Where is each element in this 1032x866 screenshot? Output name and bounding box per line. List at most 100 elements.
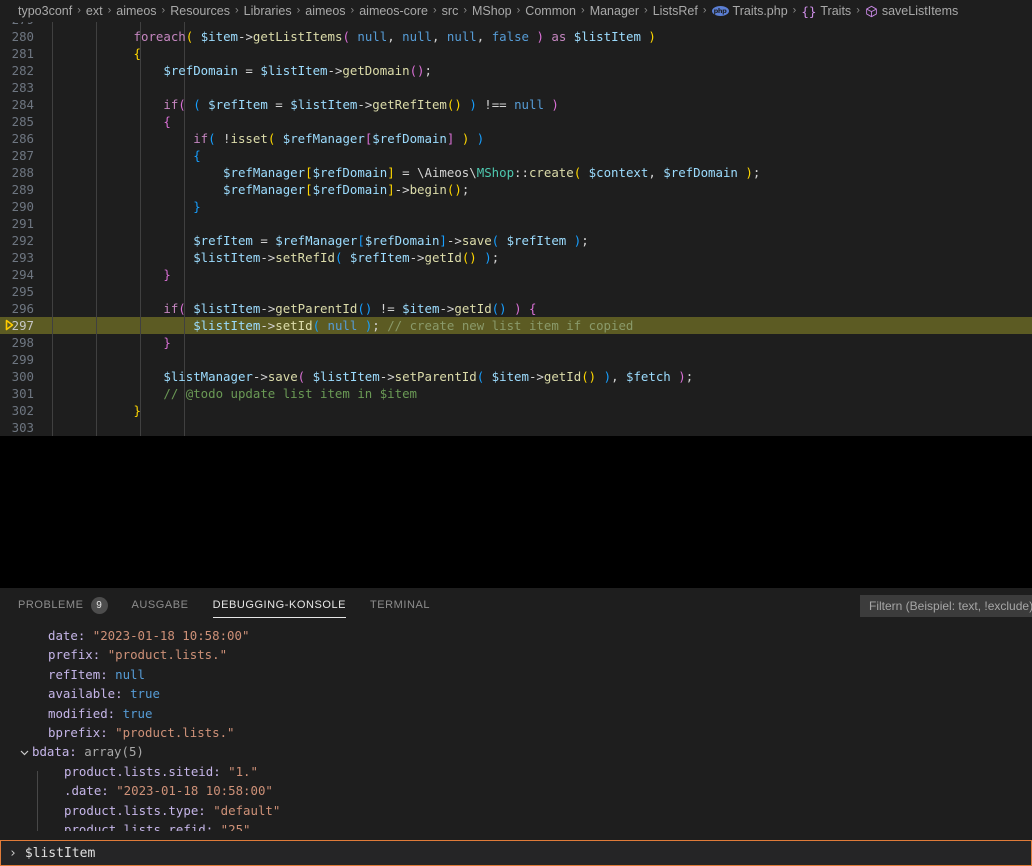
debug-console-row[interactable]: refItem: null (0, 665, 1032, 684)
breadcrumb-item-label: Traits.php (732, 4, 788, 18)
property-name: product.lists.refid: (64, 821, 221, 831)
breadcrumb-item-mshop[interactable]: MShop (472, 4, 512, 18)
code-text: $listManager->save( $listItem->setParent… (163, 369, 694, 384)
repl-input-value[interactable]: $listItem (25, 846, 95, 861)
panel-tab-terminal[interactable]: TERMINAL (370, 588, 430, 623)
breadcrumb-item-label: Resources (170, 4, 230, 18)
debug-console-row[interactable]: date: "2023-01-18 10:58:00" (0, 626, 1032, 645)
code-line[interactable]: 298 } (0, 334, 1032, 351)
panel-tab-ausgabe[interactable]: AUSGABE (132, 588, 189, 623)
debug-console-row[interactable]: prefix: "product.lists." (0, 645, 1032, 664)
breadcrumb-item-label: saveListItems (881, 4, 959, 18)
debug-console-row[interactable]: bdata: array(5) (0, 742, 1032, 761)
debug-console-row[interactable]: product.lists.type: "default" (0, 801, 1032, 820)
panel-tab-bar: PROBLEME 9 AUSGABE DEBUGGING-KONSOLE TERMINA… (0, 588, 1032, 623)
breadcrumb-item-aimeos-core[interactable]: aimeos-core (359, 4, 428, 18)
breadcrumb: typo3conf › ext › aimeos › Resources › Libraries… (0, 0, 1032, 22)
breadcrumb-item-typo3conf[interactable]: typo3conf (18, 4, 72, 18)
property-value: true (122, 705, 153, 721)
code-line[interactable]: 295 (0, 283, 1032, 300)
line-number: 281 (11, 46, 34, 61)
debug-console-row[interactable]: .date: "2023-01-18 10:58:00" (0, 781, 1032, 800)
code-line[interactable]: 299 (0, 351, 1032, 368)
code-line[interactable]: 296 if( $listItem->getParentId() != $ite… (0, 300, 1032, 317)
debug-console-output[interactable]: date: "2023-01-18 10:58:00" prefix: "prod… (0, 623, 1032, 831)
panel-tab-probleme[interactable]: PROBLEME 9 (18, 588, 108, 623)
breadcrumb-item-label: Common (525, 4, 577, 18)
code-line[interactable]: 287 { (0, 147, 1032, 164)
breadcrumb-item-aimeos[interactable]: aimeos (305, 4, 345, 18)
breadcrumb-item-traits-php[interactable]: php Traits.php (711, 4, 788, 18)
code-line[interactable]: 291 (0, 215, 1032, 232)
debug-console-row[interactable]: modified: true (0, 704, 1032, 723)
code-line[interactable]: 282 $refDomain = $listItem->getDomain(); (0, 62, 1032, 79)
code-text: { (163, 114, 171, 129)
breadcrumb-item-src[interactable]: src (442, 4, 459, 18)
code-line[interactable]: 293 $listItem->setRefId( $refItem->getId… (0, 249, 1032, 266)
breadcrumb-item-libraries[interactable]: Libraries (244, 4, 292, 18)
expand-chevron-icon[interactable] (16, 742, 32, 761)
code-line-current-execution[interactable]: 297 $listItem->setId( null ); // create … (0, 317, 1032, 334)
breadcrumb-separator: › (77, 4, 81, 17)
code-line[interactable]: 283 (0, 79, 1032, 96)
breadcrumb-item-aimeos[interactable]: aimeos (116, 4, 156, 18)
panel-tab-debugging-konsole[interactable]: DEBUGGING-KONSOLE (212, 588, 347, 623)
breadcrumb-separator: › (792, 4, 797, 17)
namespace-braces-icon: {} (801, 3, 817, 19)
code-line[interactable]: 300 $listManager->save( $listItem->setPa… (0, 368, 1032, 385)
breadcrumb-item-label: aimeos-core (359, 4, 428, 18)
line-number: 302 (11, 403, 34, 418)
breadcrumb-item-resources[interactable]: Resources (170, 4, 230, 18)
code-line[interactable]: 284 if( ( $refItem = $listItem->getRefIt… (0, 96, 1032, 113)
code-text: { (193, 148, 201, 163)
code-line[interactable]: 301 // @todo update list item in $item (0, 385, 1032, 402)
code-editor[interactable]: 279280 foreach( $item->getListItems( nul… (0, 22, 1032, 436)
breadcrumb-item-listsref[interactable]: ListsRef (653, 4, 698, 18)
code-line[interactable]: 280 foreach( $item->getListItems( null, … (0, 28, 1032, 45)
panel-tab-label: AUSGABE (131, 599, 189, 611)
line-number: 291 (11, 216, 34, 231)
debug-console-input-row[interactable]: › $listItem (0, 840, 1032, 866)
debug-console-row[interactable]: product.lists.refid: "25" (0, 820, 1032, 831)
problems-count-badge: 9 (90, 596, 108, 614)
code-line[interactable]: 303 (0, 419, 1032, 436)
line-number: 300 (11, 369, 34, 384)
code-line[interactable]: 292 $refItem = $refManager[$refDomain]->… (0, 232, 1032, 249)
property-name: .date: (64, 783, 117, 799)
breadcrumb-item-ext[interactable]: ext (86, 4, 103, 18)
breadcrumb-item-label: Traits (820, 4, 852, 18)
debug-console-row[interactable]: bprefix: "product.lists." (0, 723, 1032, 742)
code-text: if( !isset( $refManager[$refDomain] ) ) (193, 131, 485, 146)
code-line[interactable]: 288 $refManager[$refDomain] = \Aimeos\MS… (0, 164, 1032, 181)
debug-console-row[interactable]: product.lists.siteid: "1." (0, 762, 1032, 781)
code-line[interactable]: 289 $refManager[$refDomain]->begin(); (0, 181, 1032, 198)
breadcrumb-separator: › (463, 4, 468, 17)
property-name: date: (48, 628, 93, 643)
editor-empty-area (0, 436, 1032, 588)
property-name: available: (48, 686, 131, 702)
breadcrumb-item-common[interactable]: Common (525, 4, 576, 18)
code-line[interactable]: 302 } (0, 402, 1032, 419)
breadcrumb-item-traits[interactable]: {} Traits (801, 4, 851, 19)
debug-console-row[interactable]: available: true (0, 684, 1032, 703)
breadcrumb-item-manager[interactable]: Manager (590, 4, 639, 18)
code-line[interactable]: 281 { (0, 45, 1032, 62)
breadcrumb-item-label: src (441, 4, 459, 18)
code-text: $refItem = $refManager[$refDomain]->save… (193, 233, 589, 248)
breadcrumb-separator: › (161, 4, 166, 17)
property-value: array(5) (84, 744, 144, 760)
filter-input[interactable] (867, 598, 1032, 614)
code-line[interactable]: 285 { (0, 113, 1032, 130)
code-line[interactable]: 290 } (0, 198, 1032, 215)
debug-console-filter[interactable] (860, 595, 1032, 617)
breadcrumb-item-label: aimeos (116, 4, 157, 18)
line-number: 289 (11, 182, 34, 197)
property-value: true (130, 686, 160, 702)
code-line[interactable]: 286 if( !isset( $refManager[$refDomain] … (0, 130, 1032, 147)
breadcrumb-item-savelistitems[interactable]: saveListItems (865, 4, 958, 18)
line-number: 284 (11, 97, 34, 112)
property-name: bdata: (32, 744, 85, 760)
property-value: "default" (213, 802, 281, 818)
code-line[interactable]: 294 } (0, 266, 1032, 283)
line-number: 285 (11, 114, 34, 129)
